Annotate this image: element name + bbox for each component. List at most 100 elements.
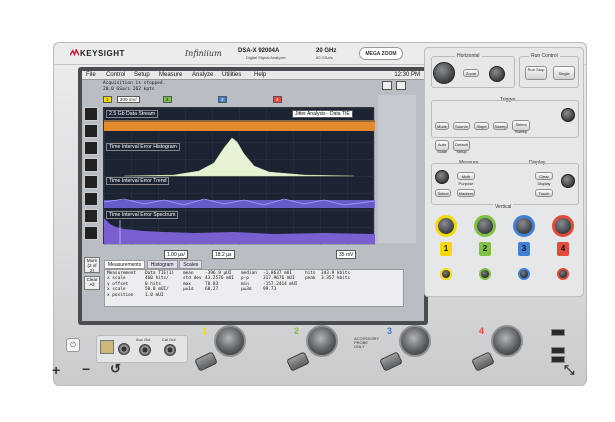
usb-port-icon[interactable]: [551, 347, 565, 354]
display-screen: File Control Setup Measure Analyze Utili…: [82, 71, 424, 321]
channel-3-offset-knob[interactable]: [518, 268, 530, 280]
zone-tool-icon[interactable]: [84, 226, 98, 240]
horizontal-scale-knob[interactable]: [433, 62, 455, 84]
clear-display-button[interactable]: Clear Display: [535, 172, 553, 186]
timebase-bar: 1.00 µs/ 18.2 µs 35 mV: [104, 250, 379, 259]
run-stop-button[interactable]: Run Stop: [525, 66, 547, 80]
menu-setup[interactable]: Setup: [134, 72, 150, 78]
power-icon[interactable]: ⏻: [66, 338, 80, 352]
usb-port-icon[interactable]: [551, 329, 565, 336]
input-1-connector[interactable]: [214, 325, 246, 357]
channel-1-scale[interactable]: 200 mV/: [117, 96, 140, 103]
probe-4-head: [471, 351, 495, 372]
default-setup-button[interactable]: Default Setup: [453, 140, 470, 154]
trigger-tool-icon[interactable]: [84, 141, 98, 155]
pulse-tool-icon[interactable]: [84, 175, 98, 189]
trigger-sweep-button[interactable]: Sweep: [493, 122, 508, 130]
channel-1-button[interactable]: 1: [440, 242, 452, 256]
trace-label: 2.5 Gb Data Stream: [106, 110, 159, 118]
trigger-slope-button[interactable]: Slope: [474, 122, 489, 130]
edge-tool-icon[interactable]: [84, 158, 98, 172]
channel-3-button[interactable]: 3: [518, 242, 530, 256]
channel-2-offset-knob[interactable]: [479, 268, 491, 280]
touch-button[interactable]: Touch: [535, 189, 553, 197]
probe-2-head: [286, 351, 310, 372]
more-button[interactable]: More (2 of 2): [84, 257, 100, 273]
minus-icon[interactable]: −: [82, 361, 90, 377]
trigger-mode-button[interactable]: Mode: [435, 122, 449, 130]
results-tabs: Measurements Histogram Scales: [104, 260, 374, 269]
waveform-area[interactable]: 2.5 Gb Data Stream Jitter Analysis - Dat…: [103, 107, 376, 245]
cal-out-connector[interactable]: [164, 344, 176, 356]
plus-icon[interactable]: +: [52, 362, 60, 378]
trigger-level-knob[interactable]: [561, 108, 575, 122]
window-tool-icon[interactable]: [84, 209, 98, 223]
channel-4-scale-knob[interactable]: [552, 215, 574, 237]
trigger-level[interactable]: 35 mV: [336, 250, 357, 259]
menu-help[interactable]: Help: [254, 72, 266, 78]
tab-measurements[interactable]: Measurements: [104, 260, 146, 269]
channel-4-offset-knob[interactable]: [557, 268, 569, 280]
multi-purpose-button[interactable]: Multi Purpose: [457, 172, 475, 186]
channel-1-scale-knob[interactable]: [435, 215, 457, 237]
menu-file[interactable]: File: [86, 72, 96, 78]
clear-all-button[interactable]: Clear All: [84, 276, 100, 290]
trace-label: Time Interval Error Histogram: [106, 143, 180, 151]
brand-name: KEYSIGHT: [80, 49, 125, 58]
channel-3-indicator[interactable]: 3: [218, 96, 227, 103]
trigger-source-button[interactable]: Source: [453, 122, 470, 130]
single-button[interactable]: Single: [553, 66, 575, 80]
product-family: Infiniium: [185, 49, 222, 58]
usb-port-icon[interactable]: [551, 356, 565, 363]
accessory-warning: ACCESSORY PROBE ONLY: [354, 336, 379, 349]
aux-out-connector[interactable]: [139, 344, 151, 356]
model-number: DSA-X 92004A: [238, 48, 280, 54]
channel-2-indicator[interactable]: 2: [163, 96, 172, 103]
horizontal-position-knob[interactable]: [489, 66, 505, 82]
menu-control[interactable]: Control: [106, 72, 125, 78]
input-3-number: 3: [387, 326, 393, 336]
channel-1-offset-knob[interactable]: [440, 268, 452, 280]
zoom-button[interactable]: Zoom: [463, 69, 479, 77]
input-4-connector[interactable]: [491, 325, 523, 357]
channel-4-indicator[interactable]: 4: [273, 96, 282, 103]
measurement-cell: 1.0 mUI: [145, 292, 164, 298]
channel-1-indicator[interactable]: 1: [103, 96, 112, 103]
measurement-row: x position 1.0 mUI: [107, 293, 401, 298]
expand-icon[interactable]: ⤡: [564, 362, 574, 378]
menu-analyze[interactable]: Analyze: [192, 72, 213, 78]
channel-2-button[interactable]: 2: [479, 242, 491, 256]
runt-tool-icon[interactable]: [84, 192, 98, 206]
tab-scales[interactable]: Scales: [179, 260, 203, 269]
timebase-scale[interactable]: 1.00 µs/: [164, 250, 188, 259]
position-knob[interactable]: [435, 170, 449, 184]
megazoom-badge: MEGA ZOOM: [359, 47, 403, 60]
channel-4-button[interactable]: 4: [557, 242, 569, 256]
intensity-knob[interactable]: [561, 174, 575, 188]
channel-2-scale-knob[interactable]: [474, 215, 496, 237]
input-2-connector[interactable]: [306, 325, 338, 357]
select-button[interactable]: Select: [435, 189, 451, 197]
select-sweep-button[interactable]: Select Sweep: [512, 120, 530, 134]
window-button-icon[interactable]: [382, 81, 392, 90]
auto-scale-button[interactable]: Auto Scale: [435, 140, 449, 154]
probe-comp-connector[interactable]: [118, 343, 130, 355]
window-button-icon[interactable]: [396, 81, 406, 90]
reset-icon[interactable]: ↺: [110, 361, 121, 377]
left-toolbar: [84, 107, 100, 257]
markers-button[interactable]: Markers: [457, 189, 475, 197]
measurements-table: Measurement Data TIE(1) mean -396.9 µUI medi…: [104, 269, 404, 307]
trace-label: Time Interval Error Spectrum: [106, 211, 179, 219]
zoom-tool-icon[interactable]: [84, 124, 98, 138]
pointer-tool-icon[interactable]: [84, 107, 98, 121]
jitter-analysis-label: Jitter Analysis - Data TIE: [292, 110, 353, 118]
input-3-connector[interactable]: [399, 325, 431, 357]
menu-measure[interactable]: Measure: [159, 72, 182, 78]
channel-3-scale-knob[interactable]: [513, 215, 535, 237]
oscilloscope-chassis: KEYSIGHT Infiniium DSA-X 92004A Digital …: [53, 42, 587, 386]
menu-utilities[interactable]: Utilities: [222, 72, 241, 78]
acquisition-status: Acquisition is stopped. 20.0 GSa/s 262 k…: [103, 81, 203, 95]
timebase-delay[interactable]: 18.2 µs: [212, 250, 235, 259]
measurement-cell: [263, 293, 305, 298]
tab-histogram[interactable]: Histogram: [146, 260, 178, 269]
